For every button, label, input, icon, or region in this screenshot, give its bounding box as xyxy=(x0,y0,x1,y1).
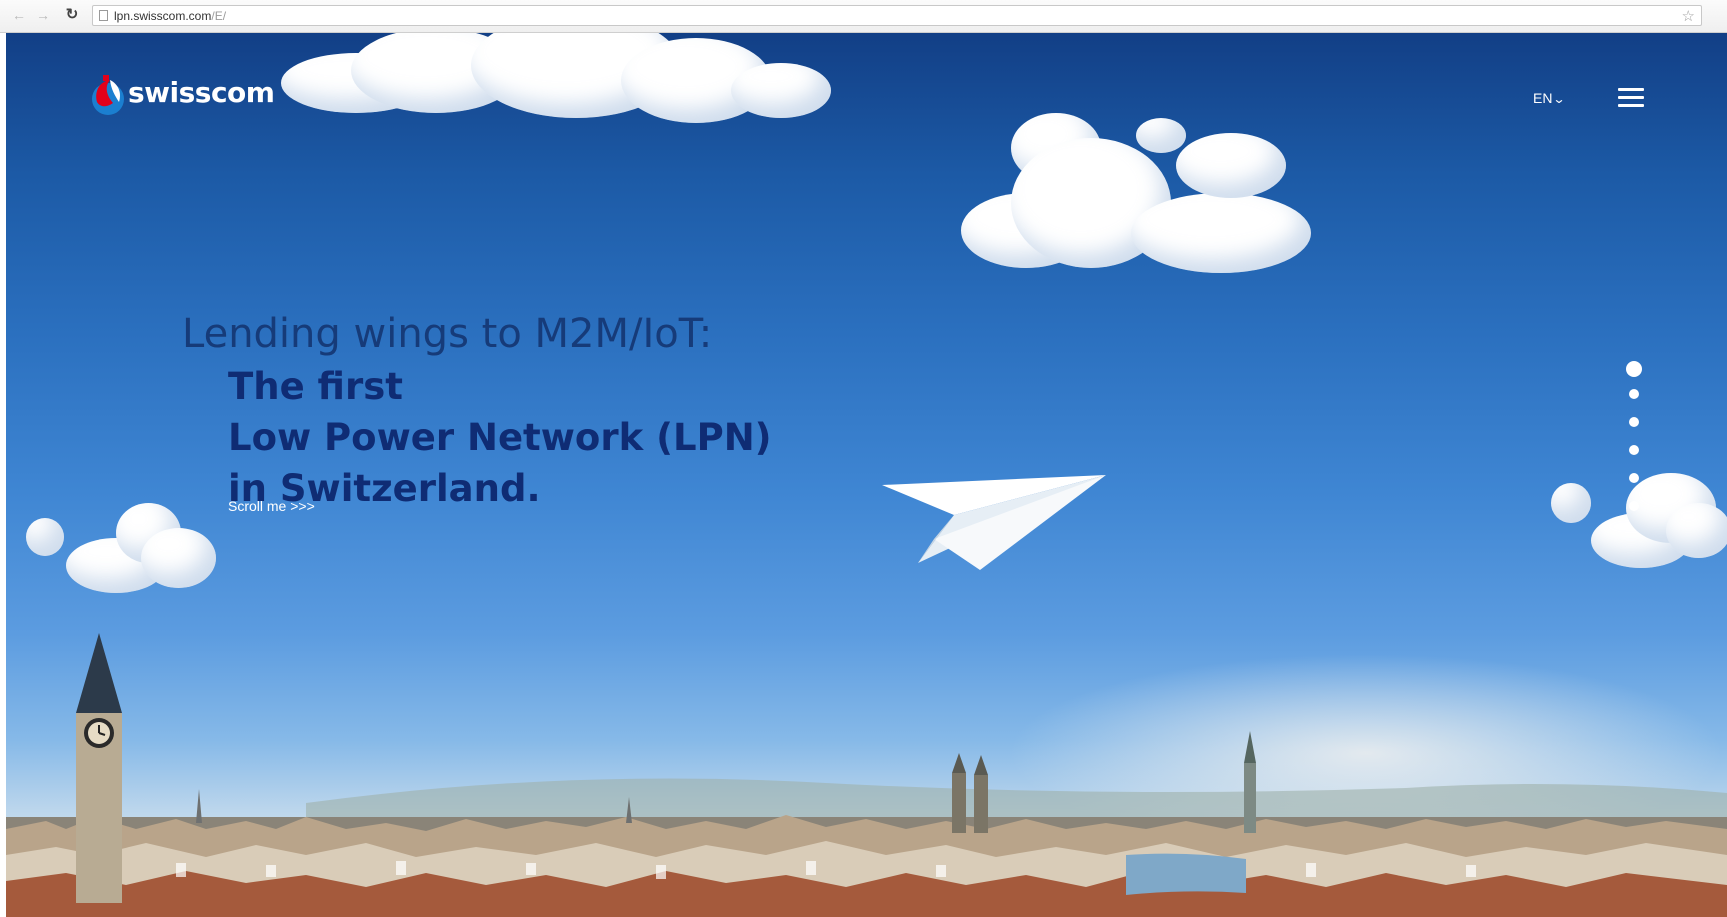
slide-dot[interactable] xyxy=(1629,389,1639,399)
swisscom-logo-icon xyxy=(92,75,124,115)
page-title: Lending wings to M2M/IoT: xyxy=(182,311,713,357)
cloud-left xyxy=(26,493,226,603)
slide-dot[interactable] xyxy=(1629,445,1639,455)
slide-dot-active[interactable] xyxy=(1626,361,1642,377)
cloud-center xyxy=(961,98,1321,288)
paper-plane-icon xyxy=(882,475,1106,570)
star-icon[interactable]: ☆ xyxy=(1682,6,1695,27)
slide-pagination xyxy=(1626,361,1650,521)
hamburger-menu-icon[interactable] xyxy=(1618,88,1644,108)
forward-icon[interactable]: → xyxy=(34,6,52,24)
slide-dot[interactable] xyxy=(1629,417,1639,427)
slide-dot[interactable] xyxy=(1629,501,1639,511)
language-label: EN xyxy=(1533,90,1553,106)
url-host: lpn.swisscom.com xyxy=(114,9,212,23)
url-path: /E/ xyxy=(211,9,227,23)
logo-text: swisscom xyxy=(128,76,275,109)
subheadline-line: Low Power Network (LPN) xyxy=(228,416,772,459)
hero-section: swisscom EN⌄ Lending wings to M2M/IoT: T… xyxy=(6,33,1727,917)
page-icon xyxy=(99,10,108,21)
chevron-down-icon: ⌄ xyxy=(1552,92,1567,106)
cloud-top xyxy=(281,33,841,143)
scroll-link[interactable]: Scroll me >>> xyxy=(228,498,315,514)
reload-icon[interactable]: ↻ xyxy=(63,6,81,24)
address-bar[interactable]: lpn.swisscom.com/E/ ☆ xyxy=(92,5,1702,26)
url-text: lpn.swisscom.com/E/ xyxy=(114,6,226,27)
city-skyline-image xyxy=(6,633,1727,917)
language-selector[interactable]: EN⌄ xyxy=(1533,90,1567,106)
browser-toolbar: ← → ↻ lpn.swisscom.com/E/ ☆ xyxy=(0,0,1727,33)
slide-dot[interactable] xyxy=(1629,473,1639,483)
subheadline-line: The first xyxy=(228,365,403,408)
back-icon[interactable]: ← xyxy=(10,6,28,24)
hero-subheadline: The first Low Power Network (LPN) in Swi… xyxy=(228,361,772,514)
